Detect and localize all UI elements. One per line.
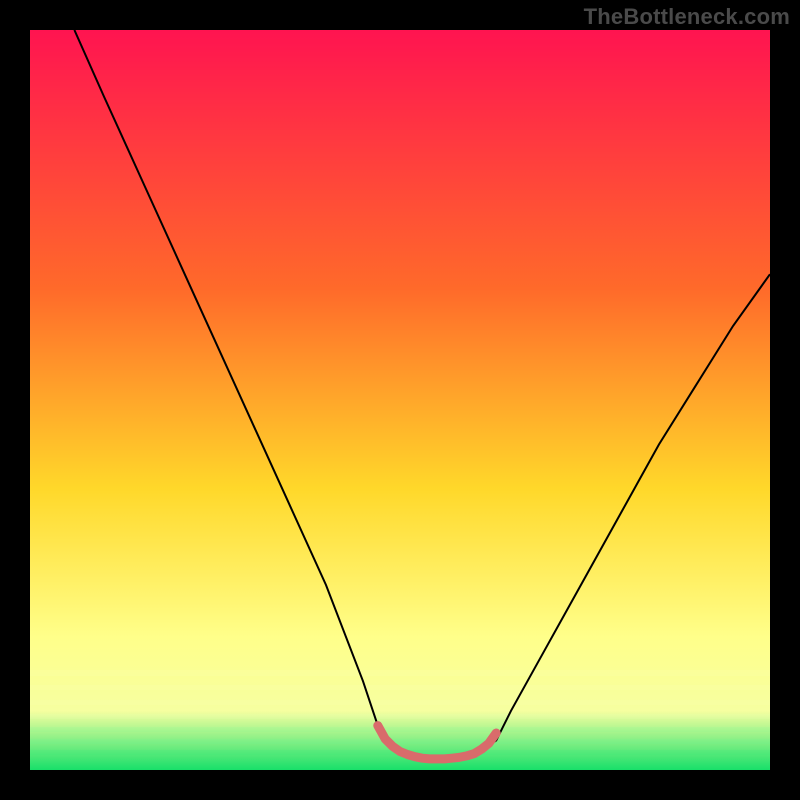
bottleneck-chart: [30, 30, 770, 770]
plot-area: [30, 30, 770, 770]
chart-frame: TheBottleneck.com: [0, 0, 800, 800]
watermark-text: TheBottleneck.com: [584, 4, 790, 30]
gradient-background: [30, 30, 770, 770]
